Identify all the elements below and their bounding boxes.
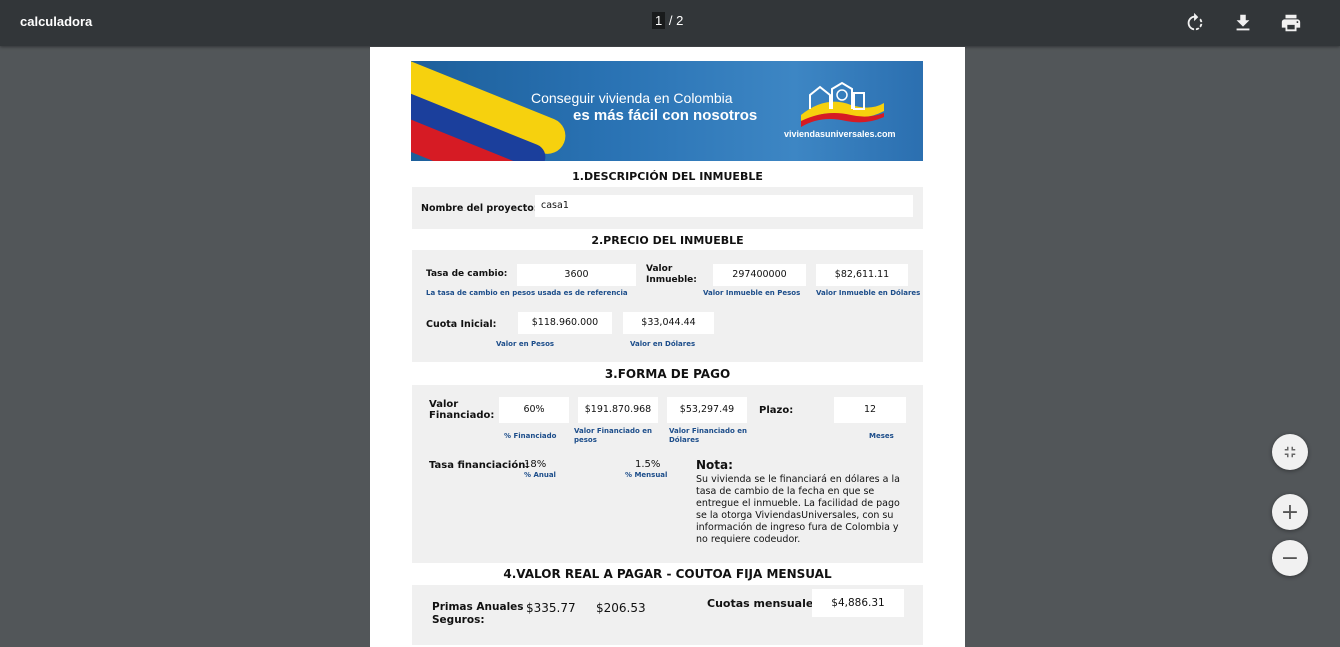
exchange-rate-field[interactable]: 3600 <box>517 264 636 286</box>
section-3-panel: Valor Financiado: 60% $191.870.968 $53,2… <box>412 385 923 563</box>
down-payment-pesos-field[interactable]: $118.960.000 <box>518 312 612 334</box>
monthly-payments-label: Cuotas mensuales <box>707 597 820 610</box>
property-value-label: Valor Inmueble: <box>646 264 697 285</box>
insurance-premium-2: $206.53 <box>596 601 646 615</box>
financed-pesos-field[interactable]: $191.870.968 <box>578 397 658 423</box>
house-logo-icon <box>801 81 884 127</box>
down-payment-label: Cuota Inicial: <box>426 319 497 330</box>
zoom-out-button[interactable]: − <box>1272 540 1308 576</box>
annual-rate-value: 18% <box>524 459 547 470</box>
financed-dollars-field[interactable]: $53,297.49 <box>667 397 747 423</box>
down-payment-pesos-caption: Valor en Pesos <box>496 340 555 348</box>
section-2-panel: Tasa de cambio: 3600 La tasa de cambio e… <box>412 250 923 362</box>
rotate-icon[interactable] <box>1184 12 1206 34</box>
annual-rate-caption: % Anual <box>524 471 556 479</box>
property-value-dollars-field[interactable]: $82,611.11 <box>816 264 908 286</box>
document-title: calculadora <box>20 14 93 29</box>
note-body: Su vivienda se le financiará en dólares … <box>696 474 900 545</box>
section-3-title: 3.FORMA DE PAGO <box>604 367 731 381</box>
exchange-rate-label: Tasa de cambio: <box>426 269 508 279</box>
download-icon[interactable] <box>1232 12 1254 34</box>
current-page-input[interactable]: 1 <box>652 12 666 29</box>
monthly-payments-field[interactable]: $4,886.31 <box>812 589 904 617</box>
section-2-title: 2.PRECIO DEL INMUEBLE <box>591 234 744 247</box>
banner-url: viviendasuniversales.com <box>784 129 896 139</box>
pdf-page: Conseguir vivienda en Colombia es más fá… <box>370 47 965 647</box>
pdf-toolbar: calculadora 1 / 2 <box>0 0 1340 46</box>
financed-dollars-caption: Valor Financiado en Dólares <box>669 427 747 444</box>
property-value-pesos-field[interactable]: 297400000 <box>713 264 806 286</box>
monthly-rate-caption: % Mensual <box>625 471 668 479</box>
financed-percent-caption: % Financiado <box>504 432 557 440</box>
term-field[interactable]: 12 <box>834 397 906 423</box>
fit-page-icon[interactable] <box>1272 434 1308 470</box>
section-4-panel: Primas Anuales Seguros: $335.77 $206.53 … <box>412 585 923 645</box>
zoom-in-button[interactable]: + <box>1272 494 1308 530</box>
financed-percent-field[interactable]: 60% <box>499 397 569 423</box>
insurance-premiums-label: Primas Anuales Seguros: <box>432 601 524 626</box>
property-value-dollars-caption: Valor Inmueble en Dólares <box>816 289 921 297</box>
project-name-label: Nombre del proyecto: <box>421 203 538 214</box>
project-name-field[interactable]: casa1 <box>535 195 913 217</box>
financed-pesos-caption: Valor Financiado en pesos <box>574 427 652 444</box>
print-icon[interactable] <box>1280 12 1302 34</box>
property-value-pesos-caption: Valor Inmueble en Pesos <box>703 289 801 297</box>
banner-image: Conseguir vivienda en Colombia es más fá… <box>411 61 923 161</box>
banner-headline: Conseguir vivienda en Colombia <box>531 90 733 106</box>
insurance-premium-1: $335.77 <box>526 601 576 615</box>
page-indicator: 1 / 2 <box>652 12 684 29</box>
section-4-title: 4.VALOR REAL A PAGAR - COUTOA FIJA MENSU… <box>503 567 832 581</box>
exchange-rate-caption: La tasa de cambio en pesos usada es de r… <box>426 289 628 297</box>
finance-rate-label: Tasa financiación: <box>429 460 530 471</box>
section-1-title: 1.DESCRIPCIÓN DEL INMUEBLE <box>572 170 763 183</box>
financed-value-label: Valor Financiado: <box>429 399 495 421</box>
note-title: Nota: <box>696 458 733 472</box>
monthly-rate-value: 1.5% <box>635 459 661 470</box>
banner-subheadline: es más fácil con nosotros <box>573 107 758 124</box>
page-total: / 2 <box>668 13 684 28</box>
down-payment-dollars-field[interactable]: $33,044.44 <box>623 312 714 334</box>
section-1-panel: Nombre del proyecto: casa1 <box>412 187 923 229</box>
term-label: Plazo: <box>759 405 794 416</box>
down-payment-dollars-caption: Valor en Dólares <box>630 340 696 348</box>
term-caption: Meses <box>869 432 894 440</box>
